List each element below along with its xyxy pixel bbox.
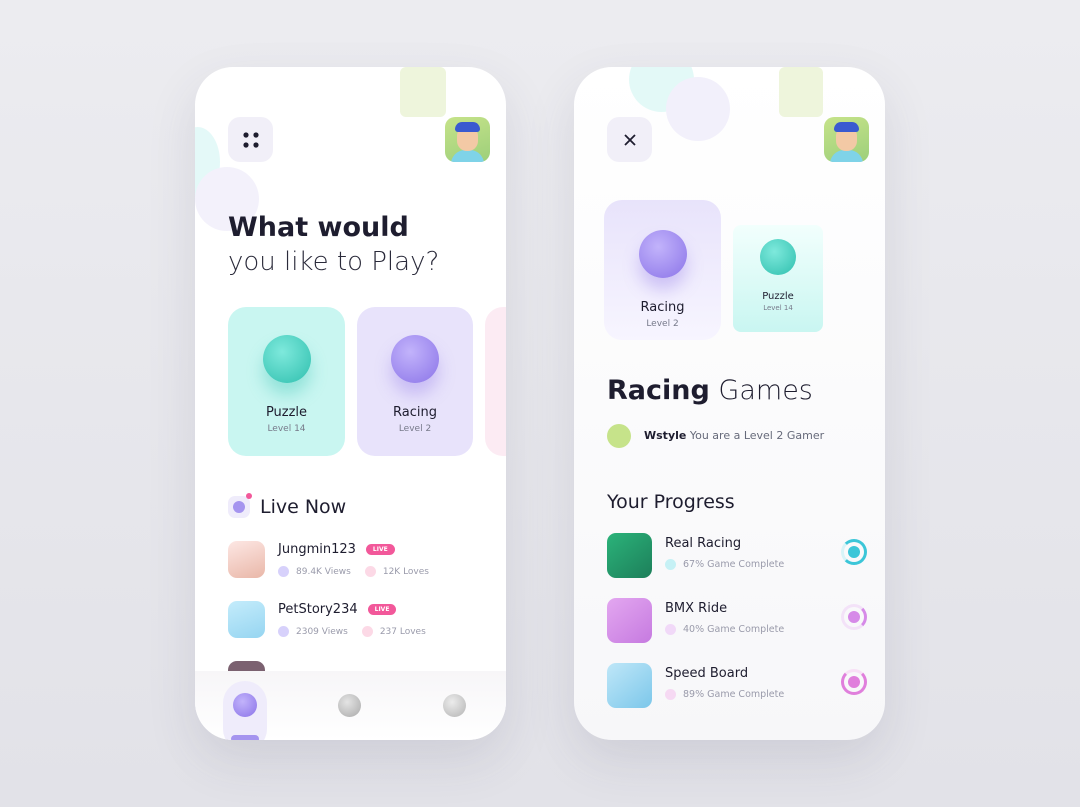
game-thumbnail <box>607 598 652 643</box>
user-avatar <box>607 424 631 448</box>
avatar[interactable] <box>445 117 490 162</box>
game-progress: 67% Game Complete <box>683 559 785 570</box>
heading-bold: Racing <box>607 375 710 406</box>
nav-indicator <box>231 735 259 740</box>
page-subtitle: you like to Play? <box>228 247 440 277</box>
stream-name: Jungmin123 <box>278 542 356 557</box>
game-card-puzzle[interactable]: Puzzle Level 14 <box>733 225 823 332</box>
game-card-racing[interactable]: Racing Level 2 <box>604 200 721 340</box>
category-card-partial[interactable] <box>485 307 506 456</box>
views-icon <box>278 566 289 577</box>
menu-button[interactable] <box>228 117 273 162</box>
close-button[interactable] <box>607 117 652 162</box>
decor <box>779 67 823 117</box>
category-level: Level 14 <box>267 424 306 434</box>
page-title: What would <box>228 212 409 243</box>
rocket-icon <box>391 335 439 383</box>
decor <box>666 77 730 141</box>
close-icon <box>623 133 636 146</box>
live-icon <box>228 493 252 518</box>
loves-icon <box>364 566 376 577</box>
card-level: Level 2 <box>646 319 679 329</box>
user-name: Wstyle <box>644 429 687 442</box>
heading-light: Games <box>718 375 813 406</box>
avatar[interactable] <box>824 117 869 162</box>
card-level: Level 14 <box>763 304 793 312</box>
bottom-nav <box>195 671 506 740</box>
card-title: Puzzle <box>762 291 794 302</box>
category-card-puzzle[interactable]: Puzzle Level 14 <box>228 307 345 456</box>
progress-dot-icon <box>665 559 676 570</box>
game-progress: 89% Game Complete <box>683 689 785 700</box>
progress-ring-icon <box>841 604 867 630</box>
home-screen: What would you like to Play? Puzzle Leve… <box>195 67 506 740</box>
stream-thumbnail <box>228 601 265 638</box>
progress-ring-icon <box>841 669 867 695</box>
list-item[interactable]: PetStory234 LIVE 2309 Views 237 Loves <box>228 601 488 641</box>
rocket-icon[interactable] <box>233 693 257 717</box>
stream-thumbnail <box>228 541 265 578</box>
game-name: Speed Board <box>665 666 749 681</box>
progress-item[interactable]: Real Racing 67% Game Complete <box>607 533 867 579</box>
puzzle-icon[interactable] <box>443 694 466 717</box>
user-level-text: You are a Level 2 Gamer <box>689 429 825 442</box>
list-item-partial[interactable] <box>228 661 265 671</box>
stream-name: PetStory234 <box>278 602 358 617</box>
category-title: Puzzle <box>265 405 308 420</box>
game-name: Real Racing <box>665 536 742 551</box>
live-badge: LIVE <box>365 544 395 555</box>
category-title: Racing <box>393 405 437 420</box>
game-thumbnail <box>607 663 652 708</box>
live-now-heading: Live Now <box>260 496 347 518</box>
list-item[interactable]: Jungmin123 LIVE 89.4K Views 12K Loves <box>228 541 488 581</box>
live-badge: LIVE <box>367 604 397 615</box>
game-name: BMX Ride <box>665 601 728 616</box>
decor <box>400 67 446 117</box>
loves-count: 12K Loves <box>382 567 429 577</box>
loves-count: 237 Loves <box>379 627 426 637</box>
user-status: Wstyle You are a Level 2 Gamer <box>644 429 824 442</box>
card-title: Racing <box>640 300 685 315</box>
progress-dot-icon <box>665 689 676 700</box>
puzzle-icon <box>262 335 311 383</box>
progress-heading: Your Progress <box>607 491 735 513</box>
section-heading: Racing Games <box>607 375 813 406</box>
category-level: Level 2 <box>398 424 432 434</box>
progress-ring-icon <box>841 539 867 565</box>
views-icon <box>278 626 289 637</box>
progress-item[interactable]: BMX Ride 40% Game Complete <box>607 598 867 644</box>
category-card-racing[interactable]: Racing Level 2 <box>357 307 473 456</box>
rocket-icon <box>638 230 687 278</box>
grid-dots-icon <box>242 131 259 148</box>
game-detail-screen: Racing Level 2 Puzzle Level 14 Racing Ga… <box>574 67 885 740</box>
puzzle-icon <box>760 239 796 275</box>
progress-dot-icon <box>665 624 676 635</box>
views-count: 2309 Views <box>296 627 348 637</box>
game-progress: 40% Game Complete <box>683 624 785 635</box>
heart-icon[interactable] <box>338 694 361 717</box>
loves-icon <box>361 626 373 637</box>
views-count: 89.4K Views <box>296 567 351 577</box>
game-thumbnail <box>607 533 652 578</box>
progress-item[interactable]: Speed Board 89% Game Complete <box>607 663 867 709</box>
